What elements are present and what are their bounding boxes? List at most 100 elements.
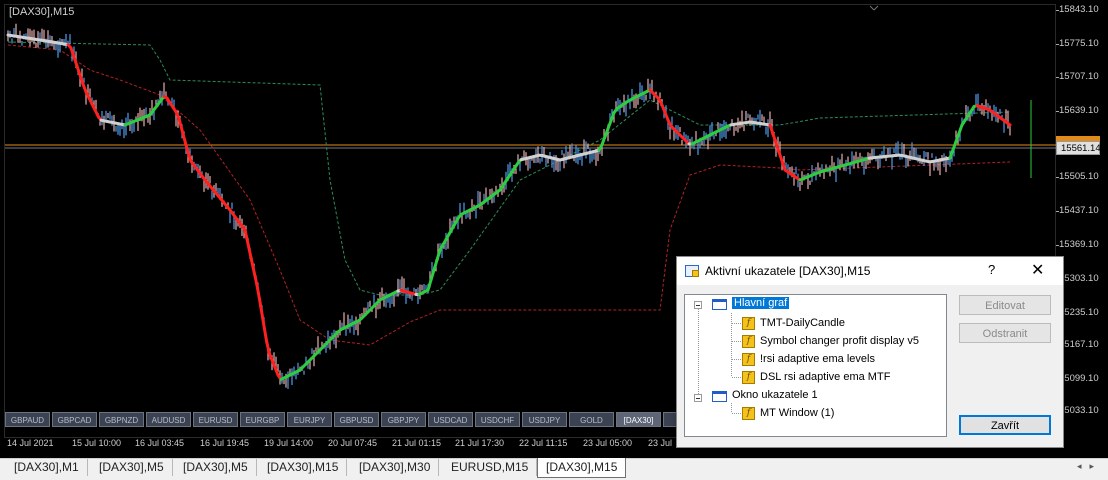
ema-segment bbox=[179, 119, 182, 130]
price-axis-tick bbox=[1056, 111, 1059, 112]
chart-tab[interactable]: [DAX30],M15 bbox=[259, 459, 347, 476]
shift-marker bbox=[874, 6, 878, 10]
tree-node-main-chart[interactable]: Hlavní graf bbox=[732, 297, 789, 309]
indicator-icon: f bbox=[742, 317, 755, 330]
tree-line bbox=[732, 323, 742, 324]
indicator-icon: f bbox=[742, 371, 755, 384]
price-axis-label: 15707.10 bbox=[1059, 71, 1099, 82]
symbol-button[interactable]: EURUSD bbox=[193, 412, 238, 427]
price-axis-label: 15505.10 bbox=[1059, 171, 1099, 182]
indicators-tree[interactable]: Hlavní graf f TMT-DailyCandle f Symbol c… bbox=[684, 294, 947, 437]
symbol-button[interactable]: GBPAUD bbox=[5, 412, 50, 427]
time-axis-label: 20 Jul 07:45 bbox=[328, 438, 377, 448]
price-axis-label: 15099.10 bbox=[1059, 373, 1099, 384]
shift-marker bbox=[870, 6, 874, 10]
indicator-icon: f bbox=[742, 407, 755, 420]
time-axis-label: 21 Jul 17:30 bbox=[455, 438, 504, 448]
close-icon[interactable]: ✕ bbox=[1031, 260, 1044, 280]
price-axis-label: 15369.10 bbox=[1059, 239, 1099, 250]
ema-segment bbox=[251, 258, 254, 272]
price-axis-tick bbox=[1056, 77, 1059, 78]
symbol-button[interactable]: EURJPY bbox=[287, 412, 332, 427]
price-axis-label: 15033.10 bbox=[1059, 405, 1099, 416]
tree-item-indicator[interactable]: Symbol changer profit display v5 bbox=[760, 335, 919, 347]
ema-segment bbox=[257, 285, 260, 302]
remove-button[interactable]: Odstranit bbox=[959, 323, 1051, 343]
time-axis-label: 23 Jul bbox=[648, 438, 672, 448]
tree-line bbox=[732, 341, 742, 342]
time-axis-label: 16 Jul 19:45 bbox=[200, 438, 249, 448]
ema-segment bbox=[266, 338, 269, 353]
ema-segment bbox=[1007, 123, 1010, 125]
collapse-main-icon[interactable] bbox=[694, 301, 702, 309]
symbol-button[interactable]: GBPUSD bbox=[334, 412, 379, 427]
chart-tab[interactable]: [DAX30],M5 bbox=[175, 459, 257, 476]
tree-item-indicator[interactable]: TMT-DailyCandle bbox=[760, 317, 845, 329]
tree-line bbox=[732, 359, 742, 360]
time-axis-label: 23 Jul 05:00 bbox=[583, 438, 632, 448]
ema-segment bbox=[248, 244, 251, 258]
price-axis-label: 15639.10 bbox=[1059, 105, 1099, 116]
symbol-button[interactable]: [DAX30] bbox=[616, 412, 661, 427]
price-axis-tick bbox=[1056, 211, 1059, 212]
close-dialog-button[interactable]: Zavřít bbox=[959, 415, 1051, 435]
tree-line bbox=[732, 377, 742, 378]
price-axis-label: 15303.10 bbox=[1059, 273, 1099, 284]
price-axis-tick bbox=[1056, 44, 1059, 45]
tree-item-indicator[interactable]: !rsi adaptive ema levels bbox=[760, 353, 875, 365]
tab-scroll-arrows-icon[interactable]: ◂▸ bbox=[1077, 461, 1102, 472]
price-axis-tick bbox=[1056, 10, 1059, 11]
time-axis-label: 16 Jul 03:45 bbox=[135, 438, 184, 448]
symbol-button[interactable]: GOLD bbox=[569, 412, 614, 427]
time-axis-label: 22 Jul 11:15 bbox=[519, 438, 567, 448]
chart-tab[interactable]: [DAX30],M5 bbox=[91, 459, 173, 476]
dialog-title: Aktivní ukazatele [DAX30],M15 bbox=[705, 264, 870, 278]
tree-item-indicator[interactable]: DSL rsi adaptive ema MTF bbox=[760, 371, 890, 383]
main-chart-window-icon bbox=[712, 299, 727, 310]
price-axis-label: 15843.10 bbox=[1059, 4, 1099, 15]
symbol-button[interactable]: GBPCAD bbox=[52, 412, 97, 427]
ema-segment bbox=[263, 320, 266, 338]
chart-tab[interactable]: [DAX30],M1 bbox=[6, 459, 88, 476]
ema-segment bbox=[260, 302, 263, 320]
collapse-subwindow-icon[interactable] bbox=[694, 394, 702, 402]
ema-segment bbox=[428, 280, 431, 290]
chart-tabs: ◂▸ [DAX30],M1[DAX30],M5[DAX30],M5[DAX30]… bbox=[0, 458, 1108, 480]
price-axis-label: 15437.10 bbox=[1059, 205, 1099, 216]
indicator-icon: f bbox=[742, 353, 755, 366]
symbol-button[interactable]: AUDUSD bbox=[146, 412, 191, 427]
tree-item-indicator[interactable]: MT Window (1) bbox=[760, 407, 834, 419]
time-axis-label: 19 Jul 14:00 bbox=[264, 438, 313, 448]
time-axis-label: 21 Jul 01:15 bbox=[392, 438, 441, 448]
help-button[interactable]: ? bbox=[988, 262, 995, 277]
indicator-icon: f bbox=[742, 335, 755, 348]
subwindow-icon bbox=[712, 391, 727, 402]
price-axis-label: 15775.10 bbox=[1059, 38, 1099, 49]
time-axis-label: 15 Jul 10:00 bbox=[72, 438, 121, 448]
edit-button[interactable]: Editovat bbox=[959, 295, 1051, 315]
tree-line bbox=[732, 413, 742, 414]
symbol-button[interactable]: GBPJPY bbox=[381, 412, 426, 427]
chart-tab[interactable]: [DAX30],M15 bbox=[537, 458, 626, 478]
tree-node-indicator-window[interactable]: Okno ukazatele 1 bbox=[732, 389, 818, 401]
symbol-button[interactable]: GBPNZD bbox=[99, 412, 144, 427]
ema-segment bbox=[254, 272, 257, 286]
tree-line bbox=[731, 403, 732, 413]
symbol-button[interactable]: USDCHF bbox=[475, 412, 520, 427]
current-price-label: 15561.14 bbox=[1056, 141, 1100, 155]
indicators-window-icon bbox=[685, 265, 699, 277]
active-indicators-dialog: Aktivní ukazatele [DAX30],M15 ? ✕ Hlavní… bbox=[676, 256, 1064, 448]
time-axis-label: 14 Jul 2021 bbox=[7, 438, 54, 448]
tree-line bbox=[698, 309, 699, 399]
symbol-button[interactable]: USDJPY bbox=[522, 412, 567, 427]
price-axis-label: 15167.10 bbox=[1059, 339, 1099, 350]
ema-segment bbox=[245, 230, 248, 244]
price-axis-label: 15235.10 bbox=[1059, 307, 1099, 318]
symbol-button[interactable]: USDCAD bbox=[428, 412, 473, 427]
symbol-button[interactable]: EURGBP bbox=[240, 412, 285, 427]
chart-title: [DAX30],M15 bbox=[9, 6, 74, 18]
price-axis-tick bbox=[1056, 245, 1059, 246]
chart-tab[interactable]: [DAX30],M30 bbox=[351, 459, 439, 476]
dialog-header[interactable]: Aktivní ukazatele [DAX30],M15 ? ✕ bbox=[677, 257, 1063, 285]
chart-tab[interactable]: EURUSD,M15 bbox=[443, 459, 537, 476]
